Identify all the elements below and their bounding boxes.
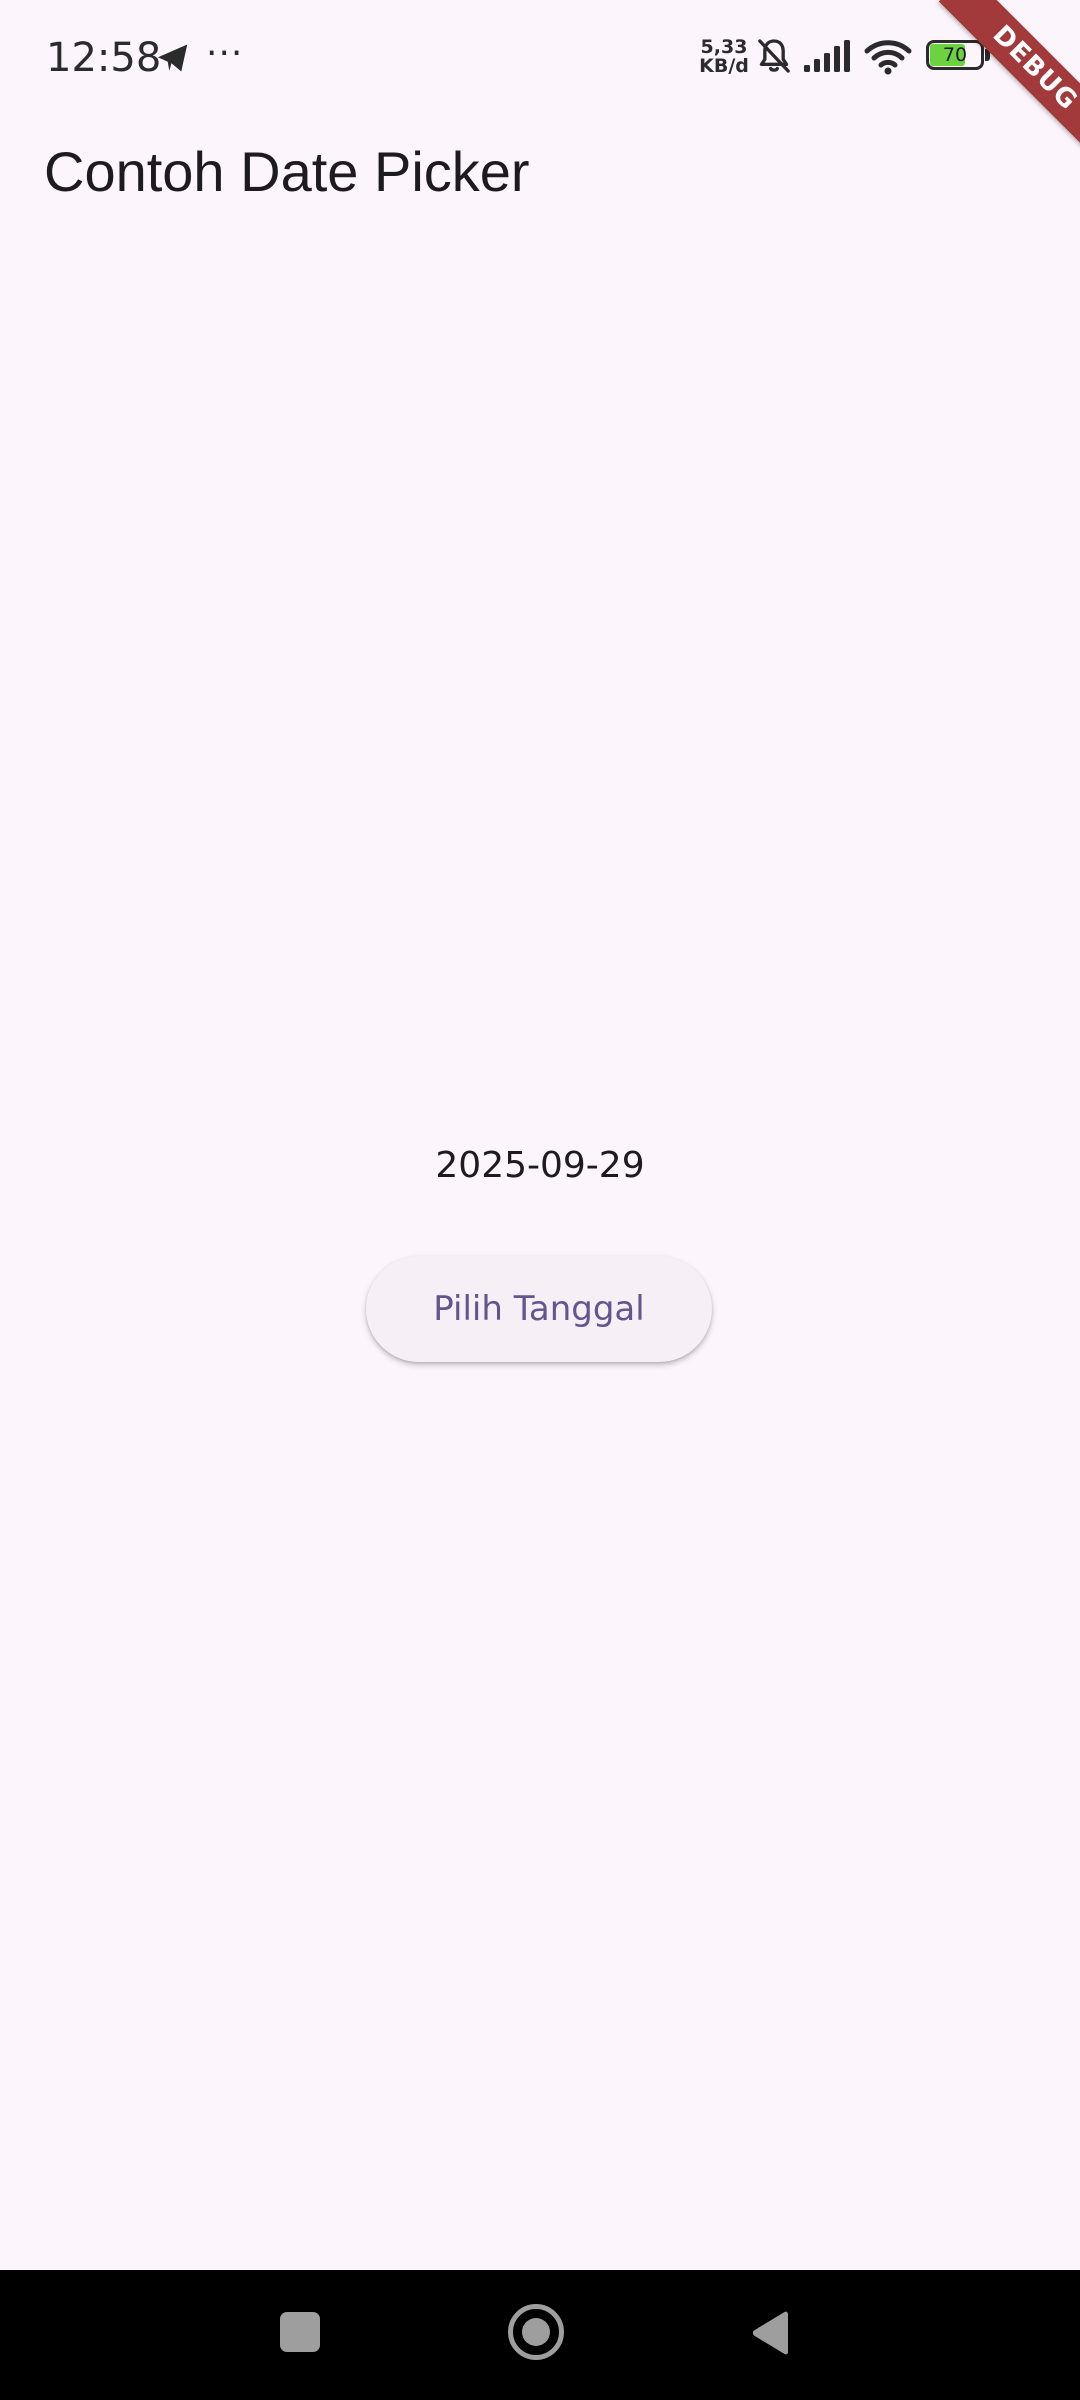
recents-icon[interactable] [280,2312,320,2352]
navigation-bar [0,2270,1080,2400]
back-icon[interactable] [750,2310,790,2356]
bell-off-icon [758,39,790,73]
status-bar: 12:58 ··· 5,33 KB/d 70 [0,0,1080,114]
network-speed: 5,33 KB/d [696,38,752,76]
home-icon-inner [522,2318,550,2346]
status-time: 12:58 [46,35,162,81]
battery-level: 70 [942,44,968,66]
selected-date-text: 2025-09-29 [435,1145,645,1186]
pick-date-button[interactable]: Pilih Tanggal [366,1256,712,1362]
wifi-icon [864,40,912,75]
network-speed-unit: KB/d [699,55,749,77]
telegram-icon [158,44,188,72]
home-icon[interactable] [508,2304,564,2360]
signal-icon [804,40,850,72]
more-notifications-icon: ··· [206,33,244,74]
page-title: Contoh Date Picker [44,140,530,203]
